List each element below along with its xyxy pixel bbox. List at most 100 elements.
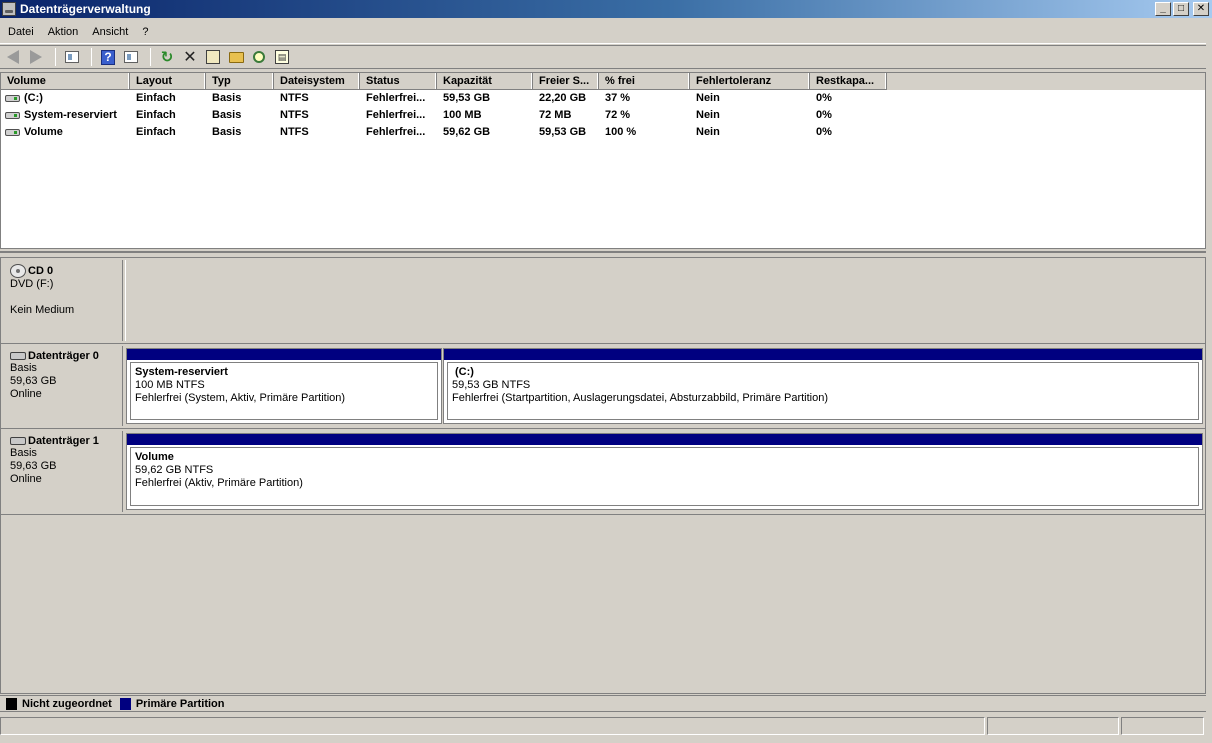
- cell-dateisystem: NTFS: [280, 109, 309, 121]
- minimize-button[interactable]: _: [1155, 2, 1171, 16]
- column-typ[interactable]: Typ: [206, 73, 274, 90]
- disk-detail: 59,63 GB: [10, 460, 57, 472]
- column-kapazitaet[interactable]: Kapazität: [437, 73, 533, 90]
- properties-button[interactable]: [203, 47, 223, 67]
- column-dateisystem[interactable]: Dateisystem: [274, 73, 360, 90]
- partition-name: Volume: [135, 451, 174, 463]
- cell-volume: Volume: [1, 124, 130, 141]
- disk-detail: 59,63 GB: [10, 375, 57, 387]
- volume-name: System-reserviert: [24, 109, 117, 121]
- toolbar-separator: [150, 48, 151, 66]
- menu-ansicht[interactable]: Ansicht: [86, 26, 134, 38]
- disk-info[interactable]: CD 0 DVD (F:) Kein Medium: [3, 260, 123, 341]
- search-icon: [253, 51, 265, 63]
- refresh-button[interactable]: ↻: [157, 47, 177, 67]
- refresh-icon: ↻: [160, 49, 174, 66]
- drive-icon: [5, 95, 20, 102]
- legend-label: Nicht zugeordnet: [22, 697, 112, 710]
- column-fehlertoleranz[interactable]: Fehlertoleranz: [690, 73, 810, 90]
- pane-splitter[interactable]: [0, 251, 1206, 256]
- disk-graphical-view: CD 0 DVD (F:) Kein Medium Datenträger 0 …: [0, 257, 1206, 694]
- console-tree-button[interactable]: [62, 47, 82, 67]
- delete-icon: ✕: [183, 49, 197, 66]
- cell-status: Fehlerfrei...: [366, 126, 426, 138]
- search-button[interactable]: [249, 47, 269, 67]
- disk-detail: Basis: [10, 447, 37, 459]
- partition-system-reserved[interactable]: System-reserviert 100 MB NTFS Fehlerfrei…: [126, 348, 442, 424]
- cell-freier-speicher: 72 MB: [539, 109, 572, 121]
- window-title: Datenträgerverwaltung: [20, 2, 151, 16]
- column-freier-speicher[interactable]: Freier S...: [533, 73, 599, 90]
- primary-partition-bar: [127, 434, 1202, 445]
- cell-prozent-frei: 37 %: [605, 92, 631, 104]
- console-button[interactable]: [121, 47, 141, 67]
- partition-size: 59,53 GB NTFS: [452, 379, 531, 391]
- volume-list[interactable]: Volume Layout Typ Dateisystem Status Kap…: [0, 72, 1206, 249]
- cell-prozent-frei: 100 %: [605, 126, 637, 138]
- column-layout[interactable]: Layout: [130, 73, 206, 90]
- primary-partition-bar: [127, 349, 441, 360]
- cell-kapazitaet: 59,62 GB: [443, 126, 491, 138]
- hard-disk-icon: [10, 352, 26, 360]
- disk-name: Datenträger 1: [10, 435, 122, 447]
- back-icon: [7, 50, 19, 64]
- open-button[interactable]: [226, 47, 246, 67]
- disk-name-label: Datenträger 0: [28, 350, 99, 362]
- partition-volume[interactable]: Volume 59,62 GB NTFS Fehlerfrei (Aktiv, …: [126, 433, 1203, 510]
- title-bar[interactable]: Datenträgerverwaltung _ □ ✕: [0, 0, 1212, 18]
- cell-typ: Basis: [212, 109, 242, 121]
- table-row[interactable]: Volume Einfach Basis NTFS Fehlerfrei... …: [1, 124, 1205, 141]
- legend-label: Primäre Partition: [135, 697, 225, 710]
- cell-status: Fehlerfrei...: [366, 109, 426, 121]
- column-prozent-frei[interactable]: % frei: [599, 73, 690, 90]
- status-pane: [0, 717, 985, 735]
- status-pane: [987, 717, 1119, 735]
- menu-help[interactable]: ?: [136, 26, 154, 38]
- empty-disk-area: [125, 260, 1203, 341]
- cell-layout: Einfach: [136, 92, 176, 104]
- cell-typ: Basis: [212, 92, 242, 104]
- toolbar-separator: [91, 48, 92, 66]
- cell-fehlertoleranz: Nein: [696, 92, 720, 104]
- rescan-icon: ▤: [275, 50, 289, 64]
- disk-info[interactable]: Datenträger 1 Basis 59,63 GB Online: [3, 431, 123, 512]
- legend-swatch-unallocated: [6, 697, 17, 710]
- toolbar: ? ↻ ✕ ▤: [0, 45, 1206, 69]
- cell-fehlertoleranz: Nein: [696, 126, 720, 138]
- forward-button[interactable]: [26, 47, 46, 67]
- disk-name: CD 0: [10, 264, 122, 278]
- status-pane: [1121, 717, 1204, 735]
- cell-dateisystem: NTFS: [280, 92, 309, 104]
- table-row[interactable]: (C:) Einfach Basis NTFS Fehlerfrei... 59…: [1, 90, 1205, 107]
- rescan-button[interactable]: ▤: [272, 47, 292, 67]
- partition-size: 59,62 GB NTFS: [135, 464, 214, 476]
- help-button[interactable]: ?: [98, 47, 118, 67]
- delete-button[interactable]: ✕: [180, 47, 200, 67]
- column-volume[interactable]: Volume: [1, 73, 130, 90]
- close-button[interactable]: ✕: [1193, 2, 1209, 16]
- partition-c[interactable]: (C:) 59,53 GB NTFS Fehlerfrei (Startpart…: [443, 348, 1203, 424]
- volume-name: Volume: [24, 126, 63, 138]
- toolbar-separator: [55, 48, 56, 66]
- table-row[interactable]: System-reserviert Einfach Basis NTFS Feh…: [1, 107, 1205, 124]
- back-button[interactable]: [3, 47, 23, 67]
- disk-info[interactable]: Datenträger 0 Basis 59,63 GB Online: [3, 346, 123, 426]
- forward-icon: [30, 50, 42, 64]
- partition-size: 100 MB NTFS: [135, 379, 205, 391]
- partition-status: Fehlerfrei (System, Aktiv, Primäre Parti…: [135, 392, 346, 404]
- disk-row-disk0: Datenträger 0 Basis 59,63 GB Online Syst…: [1, 344, 1205, 429]
- legend: Nicht zugeordnet Primäre Partition: [0, 695, 1206, 712]
- disk-detail: Kein Medium: [10, 304, 75, 316]
- menu-datei[interactable]: Datei: [2, 26, 40, 38]
- cell-restkapazitaet: 0%: [816, 109, 832, 121]
- menu-aktion[interactable]: Aktion: [42, 26, 85, 38]
- properties-icon: [206, 50, 220, 64]
- drive-icon: [5, 129, 20, 136]
- cell-kapazitaet: 100 MB: [443, 109, 482, 121]
- column-status[interactable]: Status: [360, 73, 437, 90]
- column-restkapazitaet[interactable]: Restkapa...: [810, 73, 887, 90]
- disk-name-label: CD 0: [28, 265, 54, 277]
- maximize-button[interactable]: □: [1173, 2, 1189, 16]
- list-header: Volume Layout Typ Dateisystem Status Kap…: [1, 73, 1205, 90]
- disk-management-icon: [2, 2, 16, 16]
